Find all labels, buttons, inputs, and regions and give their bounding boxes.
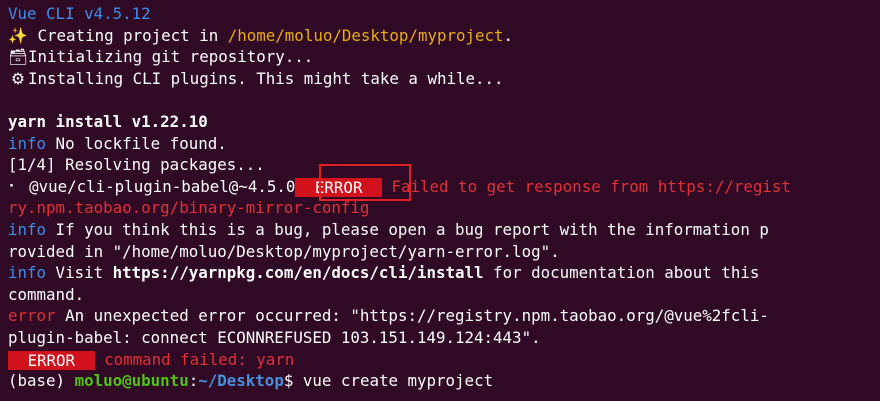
error-unexpected-continued: plugin-babel: connect ECONNREFUSED 103.1…: [8, 327, 541, 347]
step-init-git: 🗃Initializing git repository...: [8, 47, 314, 67]
resolving-packages: [1/4] Resolving packages...: [8, 155, 265, 175]
command-failed-line: ERROR command failed: yarn: [8, 349, 880, 371]
floppy-icon: 🗃: [8, 47, 29, 67]
info-bug-report-continued: rovided in "/home/moluo/Desktop/myprojec…: [8, 241, 560, 261]
command-input[interactable]: vue create myproject: [303, 371, 493, 390]
gear-icon: ⚙: [10, 68, 26, 88]
info-tag: info: [8, 219, 47, 239]
error-badge: ERROR: [8, 350, 95, 370]
conda-env: (base): [8, 371, 75, 391]
user-host: moluo@ubuntu: [74, 371, 189, 391]
sparkles-icon: ✨: [8, 25, 28, 45]
error-badge: ERROR: [295, 177, 382, 197]
yarn-version-line: yarn install v1.22.10: [8, 111, 208, 131]
package-name: ⠂ @vue/cli-plugin-babel@~4.5.0: [8, 176, 296, 196]
shell-prompt[interactable]: (base) moluo@ubuntu:~/Desktop$ vue creat…: [8, 370, 880, 392]
error-message-continued: ry.npm.taobao.org/binary-mirror-config: [8, 198, 370, 218]
project-path: /home/moluo/Desktop/myproject: [227, 25, 504, 45]
info-bug-report: info If you think this is a bug, please …: [8, 219, 769, 239]
vue-cli-version: Vue CLI v4.5.12: [8, 4, 151, 23]
step-creating-project: ✨ Creating project in /home/moluo/Deskto…: [8, 25, 514, 45]
command-failed-message: command failed: yarn: [94, 349, 295, 369]
step-install-plugins: ⚙ Installing CLI plugins. This might take…: [8, 68, 880, 90]
info-visit-docs-continued: command.: [8, 284, 85, 304]
error-tag: error: [8, 306, 56, 326]
current-directory: ~/Desktop: [198, 371, 284, 391]
error-unexpected: error An unexpected error occurred: "htt…: [8, 306, 769, 326]
package-error-line: ⠂ @vue/cli-plugin-babel@~4.5.0 ERROR Fai…: [8, 176, 880, 198]
terminal-window[interactable]: Vue CLI v4.5.12 ✨ Creating project in /h…: [0, 0, 880, 401]
info-tag: info: [8, 263, 47, 283]
info-tag: info: [8, 133, 47, 153]
info-visit-docs: info Visit https://yarnpkg.com/en/docs/c…: [8, 263, 760, 283]
info-no-lockfile: info No lockfile found.: [8, 133, 227, 153]
error-message: Failed to get response from https://regi…: [381, 176, 791, 196]
docs-url-link[interactable]: https://yarnpkg.com/en/docs/cli/install: [113, 263, 484, 282]
